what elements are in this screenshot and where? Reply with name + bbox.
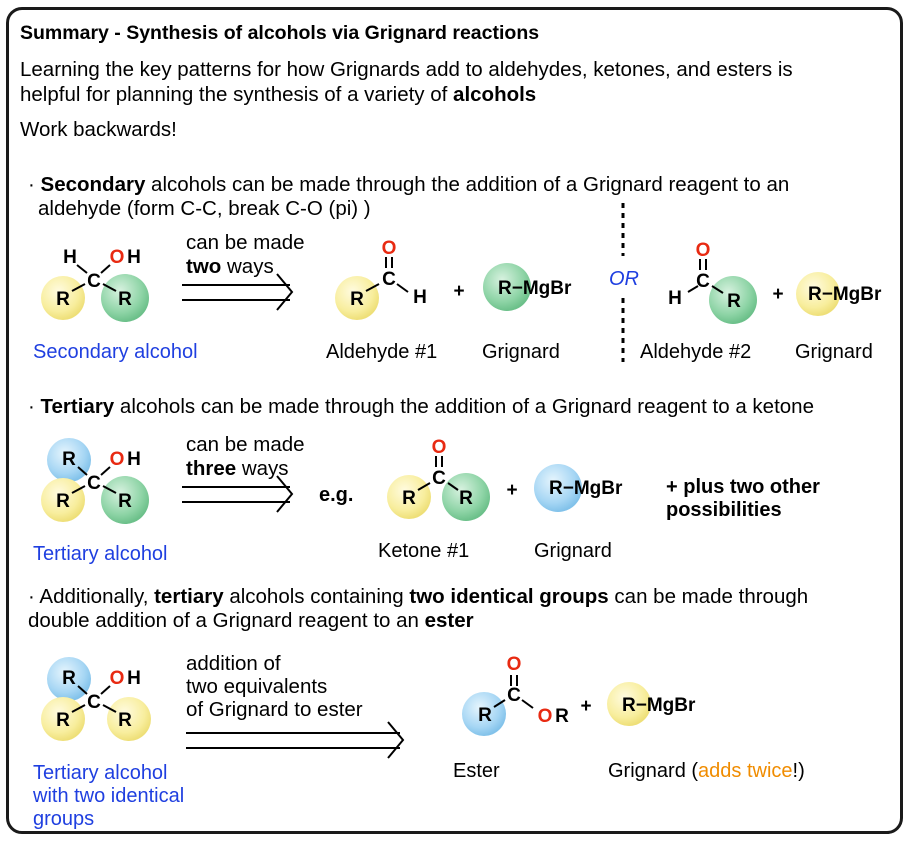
atom-r: R [118,710,132,731]
secondary-alcohol-structure: R C R H O H [41,247,149,322]
atom-o: O [110,449,125,470]
atom-o: O [538,706,553,727]
retrosynthesis-arrow-3 [186,721,405,759]
atom-o: O [382,238,397,259]
tertiary-alcohol-structure: R R C R O H [41,438,149,524]
grignard-formula: R−MgBr [622,695,696,716]
grignard-formula: R−MgBr [549,478,623,499]
atom-r: R [56,289,70,310]
atom-c: C [87,473,101,494]
atom-c: C [382,269,396,290]
atom-h: H [127,449,141,470]
grignard-4-structure: R−MgBr [607,682,696,726]
grignard-1-structure: R−MgBr [483,263,572,311]
atom-h: H [63,247,77,268]
ketone-1-structure: R C O R [387,437,490,521]
plus-sign: + [506,480,517,501]
aldehyde-1-structure: R C O H [335,238,427,320]
atom-r: R [62,449,76,470]
atom-o: O [110,668,125,689]
structures-canvas: R C R H O H R C O H + R−MgBr H C O R + R… [41,203,882,759]
atom-r: R [118,491,132,512]
atom-o: O [432,437,447,458]
atom-r: R [555,706,569,727]
grignard-formula: R−MgBr [498,278,572,299]
atom-o: O [696,240,711,261]
grignard-2-structure: R−MgBr [796,272,882,316]
atom-h: H [668,288,682,309]
atom-r: R [478,705,492,726]
atom-r: R [459,488,473,509]
grignard-3-structure: R−MgBr [534,464,623,512]
plus-sign: + [453,281,464,302]
atom-r: R [56,710,70,731]
aldehyde-2-structure: H C O R [668,240,757,324]
atom-r: R [62,668,76,689]
plus-sign: + [580,696,591,717]
plus-sign: + [772,284,783,305]
atom-c: C [432,468,446,489]
atom-r: R [118,289,132,310]
atom-c: C [507,685,521,706]
atom-o: O [507,654,522,675]
atom-c: C [87,271,101,292]
atom-r: R [402,488,416,509]
retrosynthesis-arrow-1 [182,273,294,311]
retrosynthesis-arrow-2 [182,475,294,513]
tertiary-identical-structure: R R C R O H [41,657,151,741]
grignard-formula: R−MgBr [808,284,882,305]
atom-r: R [727,291,741,312]
atom-h: H [413,287,427,308]
atom-o: O [110,247,125,268]
atom-r: R [56,491,70,512]
atom-h: H [127,668,141,689]
atom-c: C [87,692,101,713]
atom-c: C [696,271,710,292]
atom-r: R [350,289,364,310]
atom-h: H [127,247,141,268]
ester-structure: R C O O R [462,654,569,736]
